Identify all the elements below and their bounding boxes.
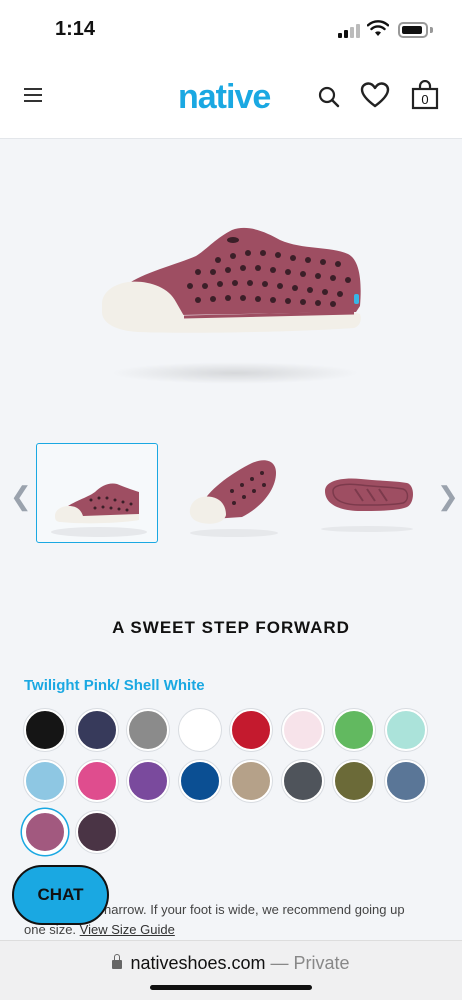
home-indicator[interactable] — [150, 985, 312, 990]
color-swatch[interactable] — [384, 709, 427, 751]
wifi-icon — [367, 20, 389, 36]
cart-count: 0 — [421, 92, 429, 107]
color-swatch[interactable] — [333, 760, 375, 802]
view-size-guide-link[interactable]: View Size Guide — [80, 922, 175, 937]
thumbnail-carousel: ❮ ❯ — [0, 443, 462, 545]
menu-icon[interactable] — [24, 88, 42, 102]
color-swatch[interactable] — [75, 811, 118, 853]
thumbnail-angle-view[interactable] — [172, 443, 294, 543]
heart-icon[interactable] — [360, 81, 390, 109]
carousel-prev-arrow-icon[interactable]: ❮ — [10, 481, 32, 512]
color-swatch[interactable] — [281, 709, 324, 751]
private-mode-label: Private — [293, 953, 350, 973]
browser-address-bar[interactable]: nativeshoes.com — Private — [0, 940, 462, 1000]
color-swatch[interactable] — [24, 760, 66, 802]
color-swatch[interactable] — [75, 709, 118, 751]
color-swatch[interactable] — [281, 760, 324, 802]
color-swatch[interactable] — [178, 760, 221, 802]
color-swatch[interactable] — [24, 709, 66, 751]
site-header: native 0 — [0, 62, 462, 139]
lock-icon — [112, 954, 123, 969]
color-swatch[interactable] — [127, 709, 169, 751]
color-swatch[interactable] — [24, 811, 66, 853]
cellular-signal-icon — [338, 24, 360, 38]
battery-icon — [398, 22, 428, 38]
shopping-bag-icon[interactable]: 0 — [411, 79, 439, 110]
color-swatch[interactable] — [384, 760, 427, 802]
thumbnail-sole-view[interactable] — [305, 443, 427, 543]
shoe-side-view-image — [102, 227, 361, 333]
search-icon[interactable] — [318, 86, 340, 108]
color-swatch[interactable] — [178, 709, 221, 751]
url-domain: nativeshoes.com — [130, 953, 266, 973]
status-time: 1:14 — [55, 18, 96, 40]
product-hero-image[interactable] — [0, 140, 462, 430]
color-swatch[interactable] — [127, 760, 169, 802]
color-swatch[interactable] — [75, 760, 118, 802]
thumbnail-side-view[interactable] — [36, 443, 158, 543]
brand-logo[interactable]: native — [178, 78, 271, 117]
status-bar: 1:14 — [0, 0, 462, 62]
selected-color-name: Twilight Pink/ Shell White — [24, 677, 205, 694]
color-swatch[interactable] — [333, 709, 375, 751]
color-swatch[interactable] — [230, 760, 272, 802]
color-swatch[interactable] — [230, 709, 272, 751]
carousel-next-arrow-icon[interactable]: ❯ — [437, 481, 459, 512]
product-tagline: A SWEET STEP FORWARD — [112, 618, 350, 637]
chat-button[interactable]: CHAT — [12, 865, 109, 925]
